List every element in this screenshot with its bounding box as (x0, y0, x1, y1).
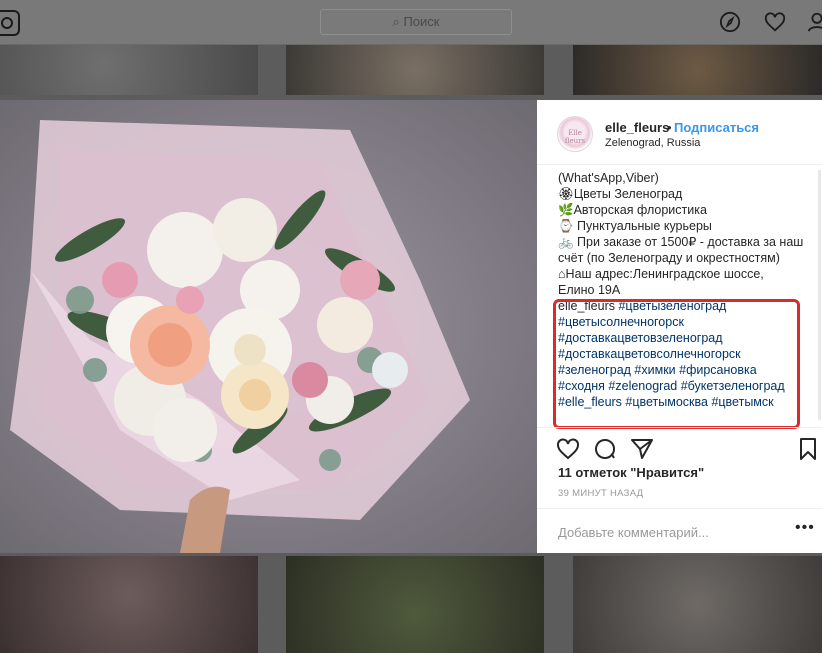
avatar[interactable]: Elle fleurs (557, 116, 593, 152)
avatar-logo-text: Elle fleurs (564, 129, 586, 145)
grid-photo[interactable] (286, 556, 544, 653)
follow-button[interactable]: Подписаться (674, 120, 759, 135)
post-username[interactable]: elle_fleurs (605, 120, 669, 135)
comment-icon[interactable] (593, 437, 617, 461)
grid-photo[interactable] (573, 556, 822, 653)
explore-icon[interactable] (719, 11, 741, 33)
more-options-button[interactable]: ••• (795, 519, 815, 537)
post-details-panel: Elle fleurs elle_fleurs • Подписаться Ze… (537, 100, 822, 553)
hashtag-highlight-box (553, 299, 800, 429)
caption-line: 🚲 При заказе от 1500₽ - доставка за наш (558, 235, 804, 249)
heart-icon[interactable] (764, 11, 786, 33)
caption-line: ⌚ Пунктуальные курьеры (558, 219, 712, 233)
post-header: Elle fleurs elle_fleurs • Подписаться Ze… (537, 100, 822, 165)
search-icon: ⌕ (392, 14, 404, 29)
likes-count[interactable]: 11 отметок "Нравится" (558, 465, 704, 480)
grid-photo[interactable] (286, 45, 544, 95)
grid-photo[interactable] (573, 45, 822, 95)
top-navigation-bar: ⌕ Поиск (0, 0, 822, 45)
post-location[interactable]: Zelenograd, Russia (605, 137, 700, 149)
caption-line: 🌿Авторская флористика (558, 203, 707, 217)
search-placeholder: Поиск (403, 14, 440, 29)
instagram-icon[interactable] (0, 10, 20, 36)
bouquet-image (0, 100, 537, 553)
post-timestamp[interactable]: 39 МИНУТ НАЗАД (558, 488, 643, 499)
like-heart-icon[interactable] (556, 437, 580, 461)
share-icon[interactable] (630, 437, 654, 461)
caption-line: (What'sApp,Viber) (558, 171, 659, 185)
separator-dot: • (667, 120, 672, 135)
caption-line: Елино 19А (558, 283, 621, 297)
caption-line: счёт (по Зеленограду и окрестностям) (558, 251, 780, 265)
caption-scrollbar[interactable] (818, 170, 821, 420)
grid-photo[interactable] (0, 556, 258, 653)
search-input[interactable]: ⌕ Поиск (320, 9, 512, 35)
caption-line: ⌂Наш адрес:Ленинградское шоссе, (558, 267, 764, 281)
profile-icon[interactable] (806, 11, 822, 33)
comment-input[interactable] (556, 521, 780, 543)
bookmark-icon[interactable] (796, 437, 820, 461)
grid-photo[interactable] (0, 45, 258, 95)
post-actions: 11 отметок "Нравится" 39 МИНУТ НАЗАД ••• (537, 427, 822, 553)
comment-row: ••• (537, 508, 822, 554)
post-photo[interactable] (0, 100, 537, 553)
caption-line: 🏵Цветы Зеленоград (558, 187, 683, 201)
